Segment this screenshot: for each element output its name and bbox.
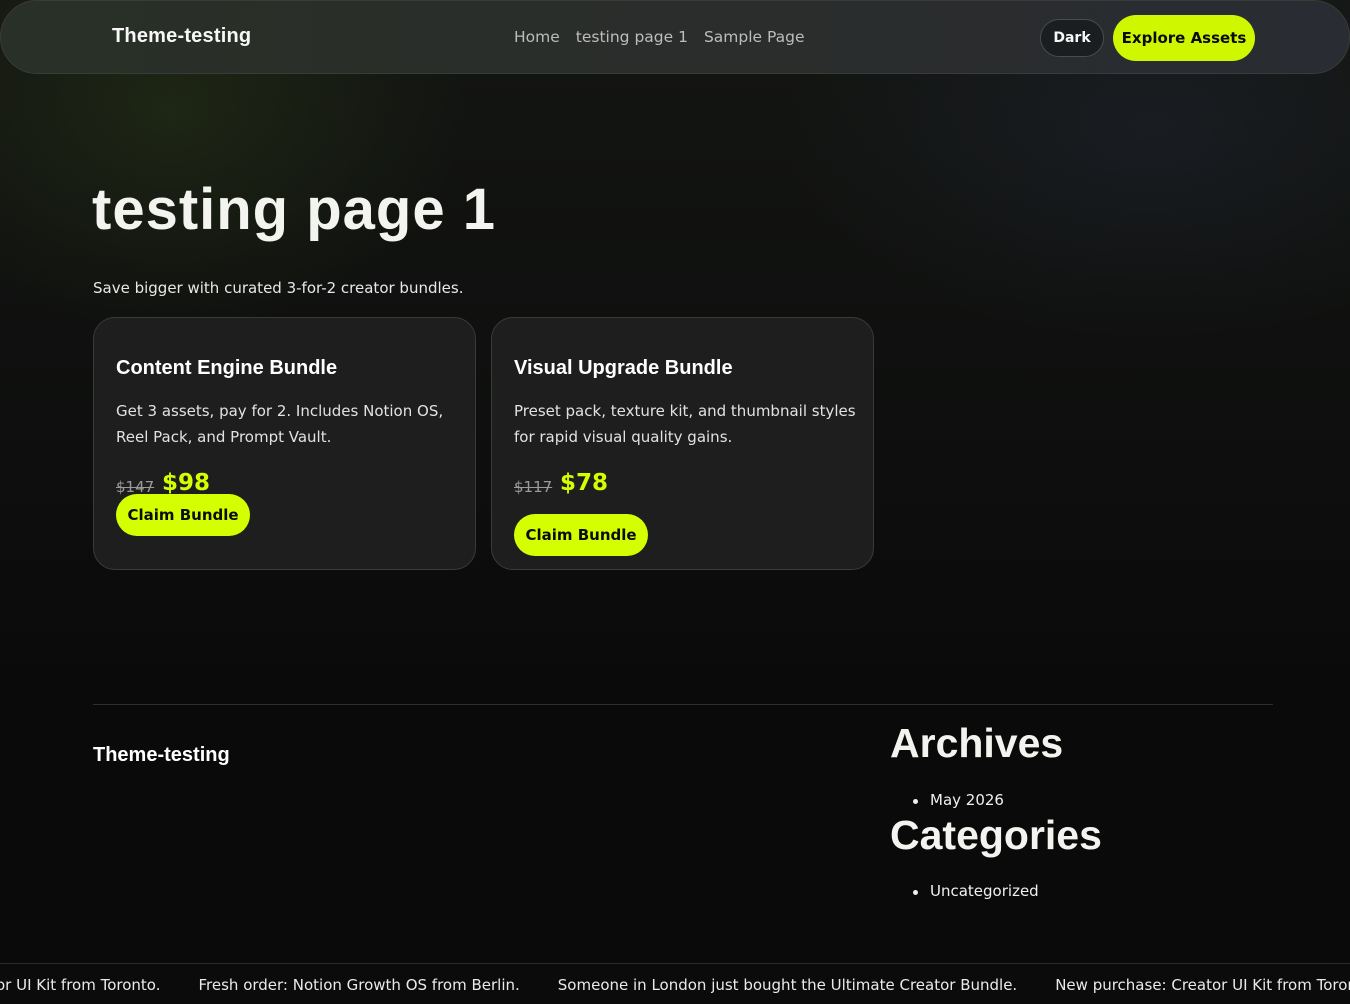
page-title: testing page 1 — [92, 177, 496, 242]
ticker-item: New purchase: Creator UI Kit from Toront… — [1055, 976, 1350, 994]
theme-toggle-button[interactable]: Dark — [1040, 19, 1104, 57]
explore-assets-button[interactable]: Explore Assets — [1113, 15, 1255, 61]
page-subtitle: Save bigger with curated 3-for-2 creator… — [93, 279, 464, 297]
ticker-item: or UI Kit from Toronto. — [0, 976, 161, 994]
footer-divider — [93, 704, 1273, 705]
ticker-item: Fresh order: Notion Growth OS from Berli… — [198, 976, 520, 994]
nav-testing-page-1[interactable]: testing page 1 — [576, 28, 688, 46]
bundle-price: $78 — [560, 470, 609, 496]
bundle-card: Visual Upgrade Bundle Preset pack, textu… — [491, 317, 874, 570]
main-nav: Home testing page 1 Sample Page — [514, 28, 821, 46]
site-header: Theme-testing Home testing page 1 Sample… — [0, 0, 1350, 74]
bundle-card: Content Engine Bundle Get 3 assets, pay … — [93, 317, 476, 570]
footer-brand[interactable]: Theme-testing — [93, 744, 230, 767]
purchase-ticker: or UI Kit from Toronto. Fresh order: Not… — [0, 963, 1350, 1004]
bundle-old-price: $117 — [514, 478, 553, 496]
bundle-price: $98 — [162, 470, 211, 496]
ticker-track: or UI Kit from Toronto. Fresh order: Not… — [0, 976, 1350, 994]
ticker-item: Someone in London just bought the Ultima… — [557, 976, 1018, 994]
claim-bundle-button[interactable]: Claim Bundle — [514, 514, 648, 556]
bundle-description: Get 3 assets, pay for 2. Includes Notion… — [116, 402, 444, 446]
archives-heading: Archives — [890, 720, 1064, 766]
nav-home[interactable]: Home — [514, 28, 560, 46]
categories-heading: Categories — [890, 812, 1102, 858]
nav-sample-page[interactable]: Sample Page — [704, 28, 805, 46]
claim-bundle-button[interactable]: Claim Bundle — [116, 494, 250, 536]
category-link-uncategorized[interactable]: Uncategorized — [913, 882, 1039, 900]
site-brand[interactable]: Theme-testing — [112, 25, 251, 48]
categories-list: Uncategorized — [913, 882, 1039, 900]
bundle-title: Visual Upgrade Bundle — [514, 357, 733, 379]
archive-link-may-2026[interactable]: May 2026 — [913, 791, 1004, 809]
bundle-title: Content Engine Bundle — [116, 357, 338, 379]
archives-list: May 2026 — [913, 791, 1004, 809]
bundle-description: Preset pack, texture kit, and thumbnail … — [514, 402, 856, 446]
